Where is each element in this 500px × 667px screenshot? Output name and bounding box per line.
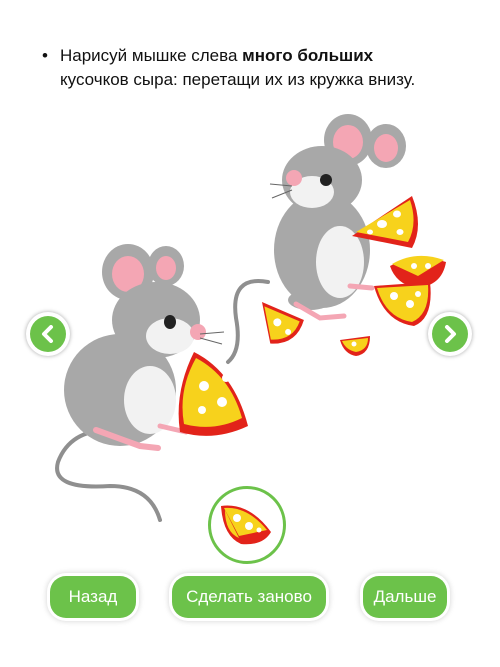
left-mouse [55, 244, 248, 522]
previous-arrow-button[interactable] [26, 312, 70, 356]
chevron-left-icon [30, 316, 66, 352]
illustration-scene [55, 114, 446, 522]
cheese-icon[interactable] [219, 500, 275, 550]
back-button[interactable]: Назад [50, 576, 136, 618]
reset-button[interactable]: Сделать заново [172, 576, 326, 618]
next-arrow-button[interactable] [428, 312, 472, 356]
cheese-source-circle[interactable] [208, 486, 286, 564]
right-mouse [226, 114, 418, 364]
chevron-right-icon [432, 316, 468, 352]
next-button[interactable]: Дальше [363, 576, 447, 618]
